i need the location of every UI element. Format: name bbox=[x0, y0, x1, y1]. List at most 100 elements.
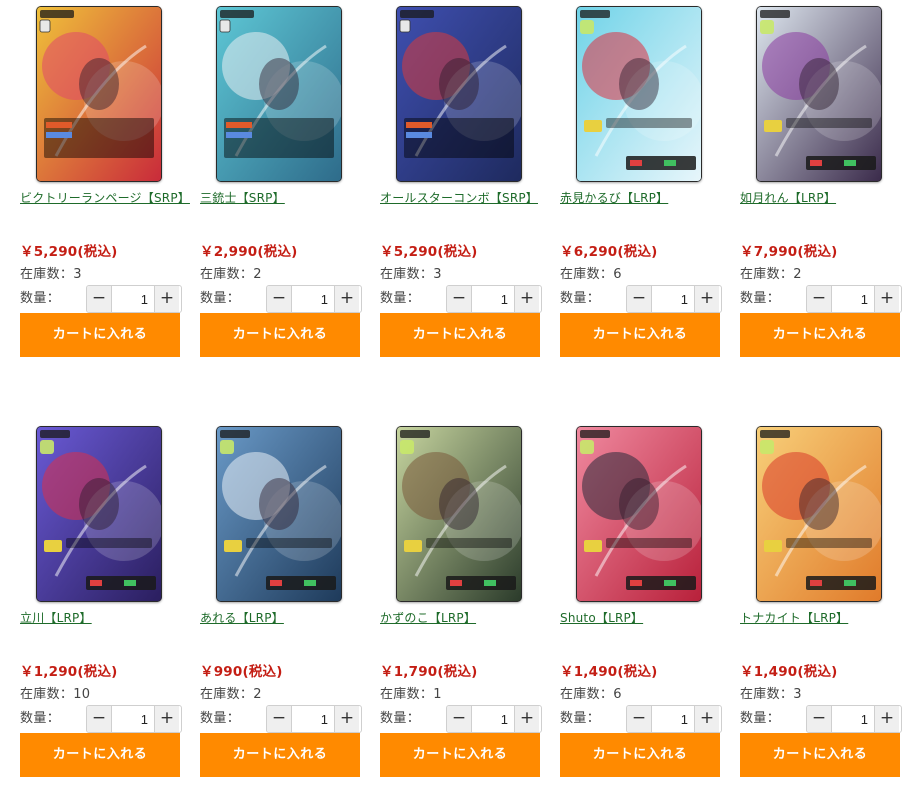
decrement-button[interactable]: − bbox=[807, 706, 831, 732]
add-to-cart-button[interactable]: カートに入れる bbox=[740, 733, 900, 777]
product-name-link[interactable]: Shuto【LRP】 bbox=[560, 610, 738, 627]
stock-count: 在庫数：6 bbox=[560, 267, 622, 282]
increment-button[interactable]: + bbox=[155, 286, 179, 312]
add-to-cart-button[interactable]: カートに入れる bbox=[200, 733, 360, 777]
increment-button[interactable]: + bbox=[335, 706, 359, 732]
quantity-input[interactable] bbox=[111, 706, 155, 732]
product-name-link[interactable]: 赤見かるび【LRP】 bbox=[560, 190, 738, 207]
quantity-row: 数量：−+ bbox=[200, 285, 380, 313]
product-card: 如月れん【LRP】￥7,990(税込)在庫数：2数量：−+カートに入れる bbox=[740, 0, 912, 380]
product-name-link[interactable]: かずのこ【LRP】 bbox=[380, 610, 558, 627]
quantity-label: 数量： bbox=[740, 291, 781, 306]
card-image[interactable] bbox=[756, 426, 882, 602]
increment-button[interactable]: + bbox=[695, 286, 719, 312]
product-price: ￥5,290(税込) bbox=[380, 244, 478, 260]
quantity-label: 数量： bbox=[20, 711, 61, 726]
product-name-link[interactable]: 立川【LRP】 bbox=[20, 610, 198, 627]
product-price: ￥1,490(税込) bbox=[560, 664, 658, 680]
quantity-input[interactable] bbox=[831, 706, 875, 732]
product-card: ビクトリーランページ【SRP】￥5,290(税込)在庫数：3数量：−+カートに入… bbox=[20, 0, 200, 380]
quantity-row: 数量：−+ bbox=[740, 705, 912, 733]
card-image[interactable] bbox=[36, 6, 162, 182]
decrement-button[interactable]: − bbox=[627, 706, 651, 732]
quantity-label: 数量： bbox=[560, 711, 601, 726]
stock-count: 在庫数：2 bbox=[740, 267, 802, 282]
decrement-button[interactable]: − bbox=[807, 286, 831, 312]
stock-count: 在庫数：6 bbox=[560, 687, 622, 702]
product-price: ￥990(税込) bbox=[200, 664, 283, 680]
quantity-input[interactable] bbox=[831, 286, 875, 312]
quantity-stepper: −+ bbox=[446, 285, 542, 313]
quantity-row: 数量：−+ bbox=[560, 285, 740, 313]
stock-count: 在庫数：3 bbox=[740, 687, 802, 702]
product-card: 立川【LRP】￥1,290(税込)在庫数：10数量：−+カートに入れる bbox=[20, 420, 200, 800]
quantity-label: 数量： bbox=[560, 291, 601, 306]
product-price: ￥1,290(税込) bbox=[20, 664, 118, 680]
quantity-stepper: −+ bbox=[86, 705, 182, 733]
decrement-button[interactable]: − bbox=[87, 706, 111, 732]
quantity-stepper: −+ bbox=[806, 285, 902, 313]
increment-button[interactable]: + bbox=[515, 286, 539, 312]
quantity-input[interactable] bbox=[291, 706, 335, 732]
quantity-row: 数量：−+ bbox=[20, 705, 200, 733]
quantity-input[interactable] bbox=[651, 706, 695, 732]
card-image[interactable] bbox=[36, 426, 162, 602]
add-to-cart-button[interactable]: カートに入れる bbox=[380, 313, 540, 357]
quantity-input[interactable] bbox=[291, 286, 335, 312]
quantity-input[interactable] bbox=[471, 706, 515, 732]
stock-count: 在庫数：2 bbox=[200, 267, 262, 282]
quantity-input[interactable] bbox=[471, 286, 515, 312]
product-card: かずのこ【LRP】￥1,790(税込)在庫数：1数量：−+カートに入れる bbox=[380, 420, 560, 800]
product-name-link[interactable]: あれる【LRP】 bbox=[200, 610, 378, 627]
quantity-row: 数量：−+ bbox=[20, 285, 200, 313]
product-name-link[interactable]: 三銃士【SRP】 bbox=[200, 190, 378, 207]
add-to-cart-button[interactable]: カートに入れる bbox=[20, 313, 180, 357]
quantity-stepper: −+ bbox=[626, 285, 722, 313]
increment-button[interactable]: + bbox=[875, 286, 899, 312]
quantity-input[interactable] bbox=[111, 286, 155, 312]
decrement-button[interactable]: − bbox=[87, 286, 111, 312]
product-name-link[interactable]: ビクトリーランページ【SRP】 bbox=[20, 190, 198, 207]
quantity-input[interactable] bbox=[651, 286, 695, 312]
quantity-stepper: −+ bbox=[626, 705, 722, 733]
card-image[interactable] bbox=[396, 426, 522, 602]
stock-count: 在庫数：3 bbox=[20, 267, 82, 282]
decrement-button[interactable]: − bbox=[267, 706, 291, 732]
quantity-stepper: −+ bbox=[446, 705, 542, 733]
increment-button[interactable]: + bbox=[695, 706, 719, 732]
quantity-stepper: −+ bbox=[806, 705, 902, 733]
add-to-cart-button[interactable]: カートに入れる bbox=[740, 313, 900, 357]
quantity-row: 数量：−+ bbox=[560, 705, 740, 733]
decrement-button[interactable]: − bbox=[447, 286, 471, 312]
quantity-stepper: −+ bbox=[266, 285, 362, 313]
add-to-cart-button[interactable]: カートに入れる bbox=[560, 313, 720, 357]
card-image[interactable] bbox=[216, 426, 342, 602]
product-price: ￥1,490(税込) bbox=[740, 664, 838, 680]
card-image[interactable] bbox=[576, 6, 702, 182]
increment-button[interactable]: + bbox=[335, 286, 359, 312]
increment-button[interactable]: + bbox=[515, 706, 539, 732]
add-to-cart-button[interactable]: カートに入れる bbox=[380, 733, 540, 777]
card-image[interactable] bbox=[756, 6, 882, 182]
quantity-label: 数量： bbox=[200, 291, 241, 306]
card-image[interactable] bbox=[396, 6, 522, 182]
add-to-cart-button[interactable]: カートに入れる bbox=[560, 733, 720, 777]
increment-button[interactable]: + bbox=[875, 706, 899, 732]
add-to-cart-button[interactable]: カートに入れる bbox=[200, 313, 360, 357]
product-grid: ビクトリーランページ【SRP】￥5,290(税込)在庫数：3数量：−+カートに入… bbox=[0, 0, 912, 789]
product-card: トナカイト【LRP】￥1,490(税込)在庫数：3数量：−+カートに入れる bbox=[740, 420, 912, 800]
add-to-cart-button[interactable]: カートに入れる bbox=[20, 733, 180, 777]
decrement-button[interactable]: − bbox=[627, 286, 651, 312]
decrement-button[interactable]: − bbox=[447, 706, 471, 732]
product-name-link[interactable]: トナカイト【LRP】 bbox=[740, 610, 912, 627]
stock-count: 在庫数：1 bbox=[380, 687, 442, 702]
card-image[interactable] bbox=[576, 426, 702, 602]
card-image[interactable] bbox=[216, 6, 342, 182]
product-name-link[interactable]: 如月れん【LRP】 bbox=[740, 190, 912, 207]
decrement-button[interactable]: − bbox=[267, 286, 291, 312]
quantity-label: 数量： bbox=[380, 291, 421, 306]
product-name-link[interactable]: オールスターコンボ【SRP】 bbox=[380, 190, 558, 207]
quantity-label: 数量： bbox=[200, 711, 241, 726]
product-price: ￥2,990(税込) bbox=[200, 244, 298, 260]
increment-button[interactable]: + bbox=[155, 706, 179, 732]
